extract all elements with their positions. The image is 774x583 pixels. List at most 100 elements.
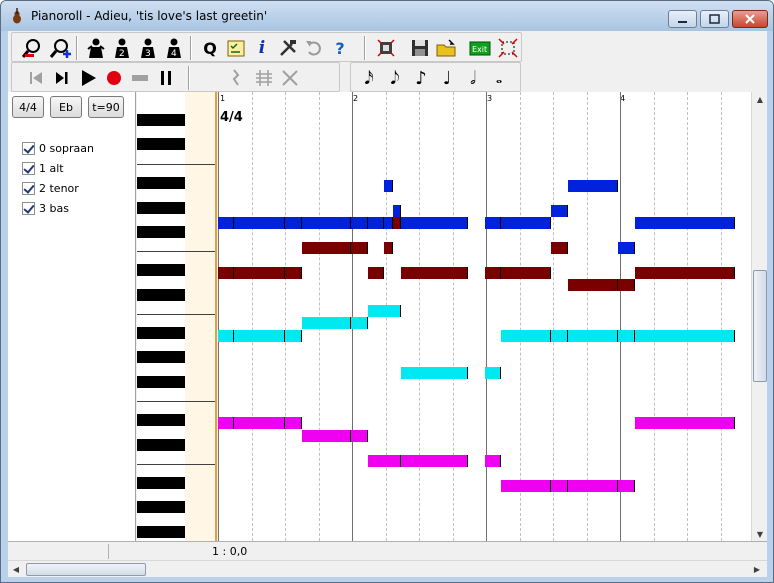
track-item-alt[interactable]: 1 alt [22, 160, 64, 176]
note-block[interactable] [485, 455, 501, 467]
voice-3-button[interactable]: 3 [136, 36, 160, 60]
piano-roll-grid[interactable]: 1 2 3 4 4/4 [218, 92, 751, 541]
delete-button[interactable] [278, 66, 302, 90]
select-button[interactable] [496, 36, 520, 60]
note-block[interactable] [618, 242, 635, 254]
black-key[interactable] [137, 177, 185, 189]
note-block[interactable] [551, 330, 568, 342]
track-checkbox[interactable] [22, 141, 35, 155]
note-block[interactable] [285, 217, 302, 229]
note-block[interactable] [618, 330, 635, 342]
note-block[interactable] [393, 205, 401, 217]
zoom-in-button[interactable] [48, 36, 72, 60]
minimize-button[interactable] [668, 10, 697, 28]
tools-button[interactable] [276, 36, 300, 60]
open-button[interactable] [434, 36, 458, 60]
voice-2-button[interactable]: 2 [110, 36, 134, 60]
black-key[interactable] [137, 414, 185, 426]
note-block[interactable] [568, 480, 618, 492]
note-block[interactable] [351, 317, 368, 329]
help-button[interactable]: ? [328, 36, 352, 60]
note-block[interactable] [551, 205, 568, 217]
note-block[interactable] [218, 417, 234, 429]
vertical-scrollbar[interactable]: ▲ ▼ [751, 92, 767, 541]
note-block[interactable] [384, 217, 393, 229]
note-block[interactable] [501, 480, 551, 492]
rewind-button[interactable] [24, 66, 48, 90]
note-block[interactable] [501, 267, 551, 279]
track-item-tenor[interactable]: 2 tenor [22, 180, 79, 196]
note-block[interactable] [285, 267, 302, 279]
note-block[interactable] [351, 242, 368, 254]
scroll-down-icon[interactable]: ▼ [752, 527, 768, 541]
note-block[interactable] [618, 480, 635, 492]
note-block[interactable] [234, 217, 285, 229]
black-key[interactable] [137, 202, 185, 214]
horizontal-scroll-thumb[interactable] [26, 563, 146, 576]
note-block[interactable] [368, 455, 401, 467]
note-block[interactable] [218, 330, 234, 342]
note-block[interactable] [234, 417, 285, 429]
black-key[interactable] [137, 351, 185, 363]
note-block[interactable] [368, 267, 384, 279]
scroll-right-icon[interactable]: ▶ [749, 562, 765, 577]
tempo-button[interactable]: t=90 [88, 96, 124, 118]
note-block[interactable] [302, 317, 351, 329]
info-button[interactable]: i [250, 36, 274, 60]
zoom-out-button[interactable] [20, 36, 44, 60]
track-checkbox[interactable] [22, 201, 35, 215]
note-block[interactable] [302, 242, 351, 254]
note-block[interactable] [401, 455, 468, 467]
note-block[interactable] [635, 217, 735, 229]
note-block[interactable] [234, 267, 285, 279]
note-block[interactable] [635, 330, 735, 342]
note-block[interactable] [401, 367, 468, 379]
exit-button[interactable]: Exit [468, 36, 492, 60]
key-button[interactable]: Eb [50, 96, 82, 118]
title-bar[interactable]: Pianoroll - Adieu, 'tis love's last gree… [1, 1, 773, 31]
note-block[interactable] [618, 279, 635, 291]
black-key[interactable] [137, 376, 185, 388]
note-block[interactable] [368, 217, 384, 229]
voice-1-button[interactable] [84, 36, 108, 60]
black-key[interactable] [137, 526, 185, 538]
note-block[interactable] [551, 480, 568, 492]
note-block[interactable] [384, 180, 393, 192]
rest-button[interactable] [224, 66, 248, 90]
black-key[interactable] [137, 327, 185, 339]
duration-dotted-eighth-button[interactable]: 𝅘𝅥𝅮 [383, 66, 407, 90]
piano-keyboard[interactable] [137, 92, 217, 541]
pause-button[interactable] [154, 66, 178, 90]
play-button[interactable] [76, 66, 100, 90]
step-forward-button[interactable] [50, 66, 74, 90]
undo-button[interactable] [302, 36, 326, 60]
note-block[interactable] [485, 217, 501, 229]
black-key[interactable] [137, 501, 185, 513]
close-button[interactable] [732, 10, 768, 28]
note-block[interactable] [351, 217, 368, 229]
note-block[interactable] [234, 330, 285, 342]
duration-sixteenth-button[interactable]: 𝅘𝅥𝅯 [357, 66, 381, 90]
track-checkbox[interactable] [22, 161, 35, 175]
note-block[interactable] [368, 305, 401, 317]
quantize-button[interactable]: Q [198, 36, 222, 60]
note-block[interactable] [302, 430, 351, 442]
time-signature-button[interactable]: 4/4 [12, 96, 44, 118]
track-item-bas[interactable]: 3 bas [22, 200, 69, 216]
note-block[interactable] [551, 242, 568, 254]
duration-whole-button[interactable]: 𝅝 [487, 66, 511, 90]
note-block[interactable] [635, 417, 735, 429]
black-key[interactable] [137, 138, 185, 150]
note-block[interactable] [501, 330, 551, 342]
duration-eighth-button[interactable]: ♪ [409, 66, 433, 90]
note-block[interactable] [302, 217, 351, 229]
note-block[interactable] [384, 242, 393, 254]
black-key[interactable] [137, 477, 185, 489]
maximize-button[interactable] [700, 10, 729, 28]
note-block[interactable] [218, 267, 234, 279]
settings-button[interactable] [374, 36, 398, 60]
note-block[interactable] [393, 217, 401, 229]
vertical-scroll-thumb[interactable] [753, 270, 767, 382]
note-block[interactable] [485, 267, 501, 279]
stop-button[interactable] [128, 66, 152, 90]
